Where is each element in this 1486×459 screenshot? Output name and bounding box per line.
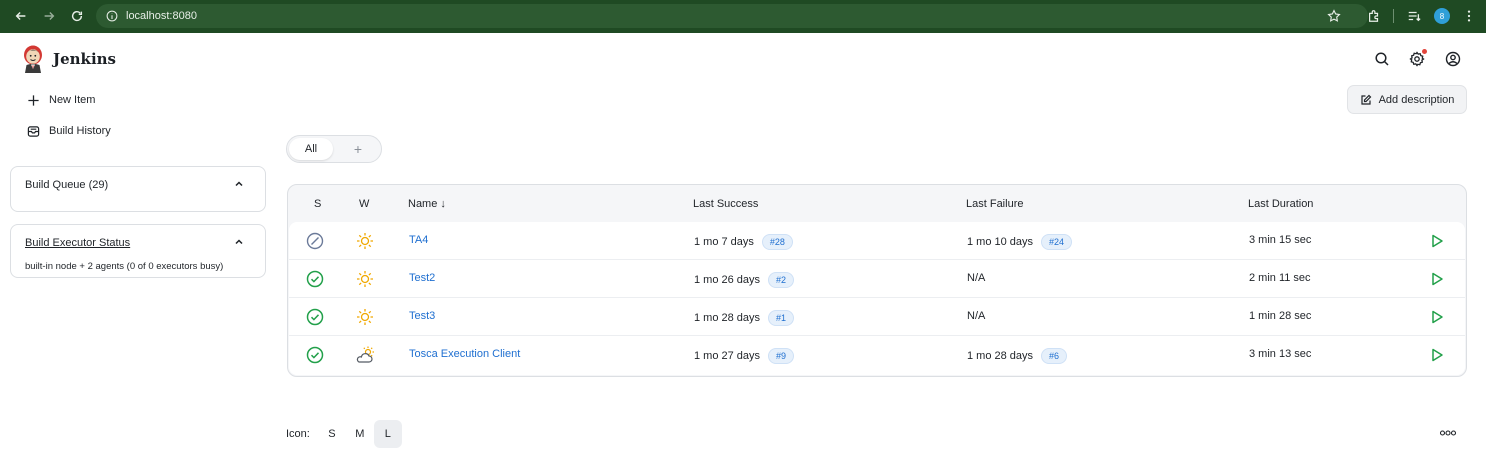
success-status-icon bbox=[306, 346, 324, 364]
build-number-badge[interactable]: #9 bbox=[768, 348, 795, 364]
column-last-duration[interactable]: Last Duration bbox=[1248, 198, 1313, 210]
table-row: Test2 1 mo 26 days #2 N/A 2 min 11 sec bbox=[289, 260, 1465, 298]
gear-icon[interactable] bbox=[1407, 49, 1427, 69]
plus-icon bbox=[26, 93, 40, 107]
executor-status-link[interactable]: Build Executor Status bbox=[25, 237, 130, 249]
icon-size-selector: Icon: S M L bbox=[286, 420, 402, 448]
table-row: Test3 1 mo 28 days #1 N/A 1 min 28 sec bbox=[289, 298, 1465, 336]
url-text[interactable]: localhost:8080 bbox=[126, 10, 197, 22]
address-bar[interactable]: localhost:8080 bbox=[96, 4, 1368, 28]
sunny-weather-icon bbox=[357, 309, 373, 325]
profile-avatar[interactable]: 8 bbox=[1431, 5, 1453, 27]
new-view-tab[interactable]: + bbox=[347, 139, 369, 159]
sidebar-item-label: New Item bbox=[49, 94, 96, 106]
success-status-icon bbox=[306, 308, 324, 326]
site-info-icon[interactable] bbox=[106, 10, 118, 22]
forward-icon[interactable] bbox=[38, 5, 60, 27]
search-icon[interactable] bbox=[1372, 49, 1392, 69]
job-link[interactable]: Tosca Execution Client bbox=[409, 348, 520, 360]
last-failure-time: 1 mo 10 days bbox=[967, 236, 1034, 248]
sidebar-item-build-history[interactable]: Build History bbox=[26, 124, 111, 138]
last-success-time: 1 mo 27 days bbox=[694, 350, 761, 362]
icon-size-medium[interactable]: M bbox=[346, 420, 374, 448]
build-number-badge[interactable]: #2 bbox=[768, 272, 795, 288]
job-link[interactable]: TA4 bbox=[409, 234, 428, 246]
last-failure-time: 1 mo 28 days bbox=[967, 350, 1034, 362]
browser-menu-icon[interactable] bbox=[1458, 5, 1480, 27]
schedule-build-icon[interactable] bbox=[1429, 347, 1445, 363]
reading-list-icon[interactable] bbox=[1403, 5, 1425, 27]
build-queue-title[interactable]: Build Queue (29) bbox=[25, 179, 108, 191]
extensions-icon[interactable] bbox=[1363, 5, 1385, 27]
bookmark-star-icon[interactable] bbox=[1323, 5, 1345, 27]
column-weather[interactable]: W bbox=[359, 198, 369, 210]
job-link[interactable]: Test2 bbox=[409, 272, 435, 284]
reload-icon[interactable] bbox=[66, 5, 88, 27]
last-success-time: 1 mo 7 days bbox=[694, 236, 754, 248]
chevron-up-icon[interactable] bbox=[233, 178, 245, 190]
icon-size-large[interactable]: L bbox=[373, 420, 402, 448]
build-number-badge[interactable]: #24 bbox=[1041, 234, 1073, 250]
disabled-status-icon bbox=[306, 232, 324, 250]
column-last-failure[interactable]: Last Failure bbox=[966, 198, 1023, 210]
column-status[interactable]: S bbox=[314, 198, 321, 210]
add-description-button[interactable]: Add description bbox=[1347, 85, 1467, 114]
executor-status-panel: Build Executor Status built-in node + 2 … bbox=[10, 224, 266, 278]
add-description-label: Add description bbox=[1378, 93, 1455, 106]
sidebar-item-label: Build History bbox=[49, 125, 111, 137]
build-number-badge[interactable]: #1 bbox=[768, 310, 795, 326]
build-number-badge[interactable]: #6 bbox=[1041, 348, 1068, 364]
last-failure-time: N/A bbox=[967, 272, 986, 284]
table-row: TA4 1 mo 7 days #28 1 mo 10 days #24 3 min… bbox=[289, 222, 1465, 260]
sunny-weather-icon bbox=[357, 271, 373, 287]
icon-size-label: Icon: bbox=[286, 428, 310, 440]
notification-dot bbox=[1422, 49, 1427, 54]
jenkins-logo[interactable] bbox=[22, 45, 44, 73]
edit-icon bbox=[1360, 94, 1371, 105]
schedule-build-icon[interactable] bbox=[1429, 271, 1445, 287]
page-title[interactable]: Jenkins bbox=[53, 50, 116, 68]
column-name[interactable]: Name ↓ bbox=[408, 198, 446, 210]
job-link[interactable]: Test3 bbox=[409, 310, 435, 322]
tab-all[interactable]: All bbox=[289, 138, 333, 160]
schedule-build-icon[interactable] bbox=[1429, 233, 1445, 249]
sunny-weather-icon bbox=[357, 233, 373, 249]
view-tabs: All + bbox=[286, 135, 382, 163]
column-last-success[interactable]: Last Success bbox=[693, 198, 758, 210]
user-icon[interactable] bbox=[1443, 49, 1463, 69]
inbox-icon bbox=[26, 124, 40, 138]
jobs-table: S W Name ↓ Last Success Last Failure Las… bbox=[287, 184, 1467, 377]
build-queue-panel: Build Queue (29) bbox=[10, 166, 266, 212]
executor-summary: built-in node + 2 agents (0 of 0 executo… bbox=[25, 261, 224, 272]
last-success-time: 1 mo 26 days bbox=[694, 274, 761, 286]
last-duration: 1 min 28 sec bbox=[1249, 310, 1312, 322]
back-icon[interactable] bbox=[10, 5, 32, 27]
table-header: S W Name ↓ Last Success Last Failure Las… bbox=[288, 185, 1466, 222]
table-body: TA4 1 mo 7 days #28 1 mo 10 days #24 3 min… bbox=[289, 222, 1465, 375]
sidebar-item-new-item[interactable]: New Item bbox=[26, 93, 95, 107]
last-duration: 3 min 13 sec bbox=[1249, 348, 1312, 360]
more-options-icon[interactable] bbox=[1439, 427, 1457, 439]
build-number-badge[interactable]: #28 bbox=[761, 234, 793, 250]
browser-toolbar: localhost:8080 8 bbox=[0, 0, 1486, 33]
success-status-icon bbox=[306, 270, 324, 288]
table-row: Tosca Execution Client 1 mo 27 days #9 1 … bbox=[289, 336, 1465, 374]
partly-cloudy-weather-icon bbox=[356, 346, 374, 363]
last-success-time: 1 mo 28 days bbox=[694, 312, 761, 324]
last-duration: 2 min 11 sec bbox=[1249, 272, 1311, 284]
schedule-build-icon[interactable] bbox=[1429, 309, 1445, 325]
chevron-up-icon[interactable] bbox=[233, 236, 245, 248]
last-duration: 3 min 15 sec bbox=[1249, 234, 1312, 246]
toolbar-divider bbox=[1393, 9, 1394, 23]
icon-size-small[interactable]: S bbox=[318, 420, 346, 448]
last-failure-time: N/A bbox=[967, 310, 986, 322]
